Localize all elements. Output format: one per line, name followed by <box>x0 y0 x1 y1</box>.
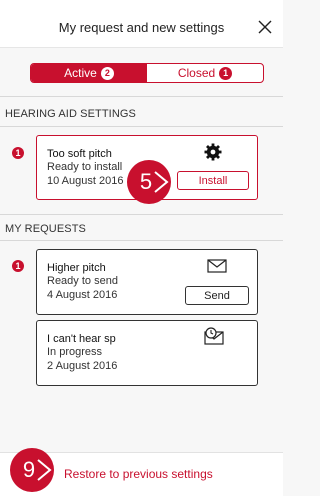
tab-closed-badge: 1 <box>219 66 233 80</box>
gear-icon <box>204 143 222 161</box>
request-card[interactable]: I can't hear sp In progress 2 August 201… <box>36 320 258 386</box>
tab-closed-label: Closed <box>177 66 216 80</box>
setting-title: Too soft pitch <box>47 148 112 160</box>
request-card[interactable]: Higher pitch Ready to send 4 August 2016… <box>36 249 258 315</box>
alert-badge: 1 <box>12 147 24 159</box>
alert-badge: 1 <box>12 260 24 272</box>
chevron-right-icon <box>154 171 169 193</box>
request-title: Higher pitch <box>47 262 106 274</box>
section-header-hearing-aid-settings: HEARING AID SETTINGS <box>5 108 136 120</box>
page-title: My request and new settings <box>58 20 225 35</box>
request-status: Ready to send <box>47 275 118 287</box>
install-button[interactable]: Install <box>177 171 249 190</box>
tab-active-badge: 2 <box>100 66 114 80</box>
header: My request and new settings <box>0 0 283 48</box>
divider <box>0 214 283 215</box>
request-date: 2 August 2016 <box>47 360 118 372</box>
segmented-tabs: Active 2 Closed 1 <box>30 63 264 83</box>
section-header-my-requests: MY REQUESTS <box>5 223 86 235</box>
tab-active-label: Active <box>64 66 97 80</box>
request-date: 4 August 2016 <box>47 289 118 301</box>
close-icon[interactable] <box>256 18 274 36</box>
request-status: In progress <box>47 346 103 358</box>
step-marker-5: 5 <box>127 160 171 204</box>
setting-date: 10 August 2016 <box>47 175 124 187</box>
setting-status: Ready to install <box>47 161 123 173</box>
divider <box>0 126 283 127</box>
clock-envelope-icon <box>204 327 224 345</box>
envelope-icon <box>207 259 227 273</box>
send-button[interactable]: Send <box>185 286 249 305</box>
tabs-area: Active 2 Closed 1 <box>0 48 283 96</box>
request-title: I can't hear sp <box>47 333 116 345</box>
tab-active[interactable]: Active 2 <box>31 64 147 82</box>
step-marker-9: 9 <box>10 448 54 492</box>
divider <box>0 96 283 97</box>
tab-closed[interactable]: Closed 1 <box>147 64 263 82</box>
divider <box>0 240 283 241</box>
restore-settings-link[interactable]: Restore to previous settings <box>64 467 213 481</box>
chevron-right-icon <box>37 459 52 481</box>
